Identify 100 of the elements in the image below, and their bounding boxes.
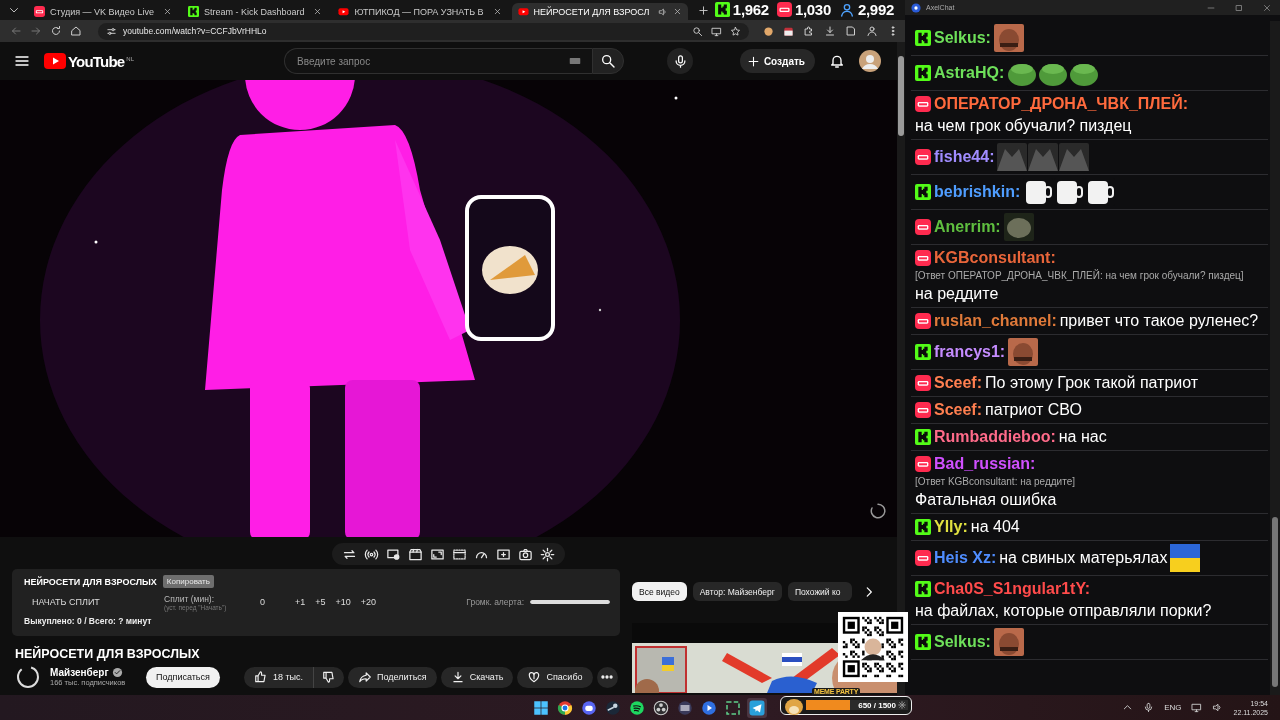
microphone-icon[interactable] (1143, 702, 1155, 713)
extensions-icon[interactable] (803, 25, 815, 37)
volume-slider[interactable] (530, 600, 610, 604)
site-settings-icon[interactable] (106, 25, 117, 37)
browser-tab[interactable]: ЮТПИКОД — ПОРА УЗНАТЬ В (332, 3, 508, 20)
chat-author[interactable]: ОПЕРАТОР_ДРОНА_ЧВК_ПЛЕЙ: (934, 93, 1189, 115)
picture-in-picture-icon[interactable] (430, 546, 445, 562)
chat-reply: [Ответ KGBconsultant: на реддите] (915, 475, 1076, 489)
close-icon[interactable] (492, 7, 502, 16)
chat-author[interactable]: Rumbaddieboo: (934, 426, 1056, 448)
panel-title: НЕЙРОСЕТИ ДЛЯ ВЗРОСЛЫХ (24, 576, 157, 587)
home-icon[interactable] (70, 25, 82, 37)
network-icon[interactable] (1191, 702, 1203, 713)
notifications-icon[interactable] (829, 53, 845, 69)
chat-author[interactable]: Ylly: (934, 516, 968, 538)
close-icon[interactable] (1262, 2, 1272, 13)
live-badge-icon (915, 149, 931, 165)
avatar[interactable] (859, 50, 881, 72)
camera-icon[interactable] (518, 546, 533, 562)
scrollbar[interactable] (1270, 21, 1280, 695)
search-field[interactable]: Введите запрос (284, 48, 592, 74)
cast-icon[interactable] (711, 25, 722, 37)
extension-icon[interactable] (763, 25, 774, 37)
calendar-icon[interactable] (783, 25, 794, 37)
kick-logo-icon (915, 429, 931, 445)
window-icon[interactable] (452, 546, 467, 562)
chat-author[interactable]: bebrishkin: (934, 181, 1021, 203)
subscribe-button[interactable]: Подписаться (146, 666, 220, 688)
chat-reply: [Ответ ОПЕРАТОР_ДРОНА_ЧВК_ПЛЕЙ: на чем грок обучали? пиздец] (915, 269, 1245, 283)
browser-tab[interactable]: Студия — VK Видео Live (28, 3, 178, 20)
close-icon[interactable] (673, 7, 683, 16)
chat-author[interactable]: Selkus: (934, 631, 991, 653)
increment-button[interactable]: +20 (355, 597, 382, 607)
reload-icon[interactable] (50, 25, 62, 37)
increment-button[interactable]: +5 (310, 597, 331, 607)
show-hidden-icons-icon[interactable] (1122, 702, 1134, 713)
create-button[interactable]: Создать (739, 49, 815, 73)
star-icon[interactable] (730, 25, 741, 37)
voice-search-button[interactable] (667, 48, 693, 74)
chat-message: патриот СВО (985, 400, 1082, 420)
emote-icon (993, 628, 1024, 656)
channel-name[interactable]: Майзенберг (50, 667, 109, 678)
sidebar-icon[interactable] (845, 25, 857, 37)
clapper-icon[interactable] (408, 546, 423, 562)
chat-author[interactable]: Sceef: (934, 372, 983, 394)
emote-icon (1054, 178, 1085, 206)
download-icon[interactable] (824, 25, 836, 37)
increment-button[interactable]: +1 (290, 597, 311, 607)
settings-icon[interactable] (540, 546, 555, 562)
more-button[interactable] (596, 666, 618, 688)
chat-author[interactable]: KGBconsultant: (934, 247, 1056, 269)
profile-icon[interactable] (866, 25, 878, 37)
chat-author[interactable]: francys1: (934, 341, 1006, 363)
chat-author[interactable]: Selkus: (934, 27, 991, 49)
speaker-icon[interactable] (658, 6, 669, 17)
summary-text: Выкуплено: 0 / Всего: ? минут (24, 616, 153, 626)
search-button[interactable] (592, 48, 624, 74)
chat-author[interactable]: AstraHQ: (934, 62, 1005, 84)
start-split-button[interactable]: НАЧАТЬ СПЛИТ (24, 597, 164, 607)
share-button[interactable]: Поделиться (348, 666, 437, 688)
zoom-icon[interactable] (692, 25, 703, 37)
maximize-icon[interactable] (1234, 2, 1244, 13)
channel-avatar[interactable] (16, 665, 40, 689)
viewers-icon (838, 1, 855, 18)
plus-square-icon[interactable] (496, 546, 511, 562)
new-tab-icon[interactable] (698, 5, 710, 16)
browser-tab[interactable]: НЕЙРОСЕТИ ДЛЯ ВЗРОСЛ (511, 3, 689, 20)
chat-author[interactable]: Heis Xz: (934, 547, 997, 569)
chat-author[interactable]: Cha0S_S1ngular1tY: (934, 578, 1091, 600)
download-button[interactable]: Скачать (440, 666, 514, 688)
kick-logo-icon (915, 344, 931, 360)
viewer-count: 2,992 (857, 1, 894, 18)
share-icon (358, 670, 373, 684)
filter-chip[interactable]: Автор: Майзенберг (692, 582, 782, 601)
chat-author[interactable]: Bad_russian: (934, 453, 1036, 475)
filter-chip[interactable]: Все видео (632, 582, 687, 601)
logo-text[interactable]: YouTube (68, 52, 125, 70)
chat-author[interactable]: ruslan_channel: (934, 310, 1057, 332)
menu-icon[interactable] (14, 53, 30, 69)
filter-chip[interactable]: Похожий ко (787, 582, 852, 601)
progress-text: 650 / 1500 (858, 700, 896, 710)
close-icon[interactable] (313, 7, 323, 16)
increment-button[interactable]: +10 (330, 597, 356, 607)
volume-icon[interactable] (1212, 702, 1224, 713)
video-title: НЕЙРОСЕТИ ДЛЯ ВЗРОСЛЫХ (15, 647, 201, 661)
chat-message: на нас (1058, 427, 1107, 447)
kick-logo-icon (915, 65, 931, 81)
youtube-logo-icon[interactable] (44, 53, 66, 69)
close-icon[interactable] (162, 7, 172, 16)
live-badge-icon (915, 375, 931, 391)
chat-author[interactable]: Anerrim: (934, 216, 1001, 238)
taskbar-button[interactable] (747, 697, 767, 718)
language-indicator[interactable]: ENG (1164, 703, 1182, 712)
chat-author[interactable]: Sceef: (934, 399, 983, 421)
screen-eye-icon[interactable] (386, 546, 401, 562)
browser-tab[interactable]: Stream - Kick Dashboard (181, 3, 329, 20)
thanks-button[interactable]: Спасибо (517, 666, 593, 688)
kick-logo-icon (915, 30, 931, 46)
chat-author[interactable]: fishe44: (934, 146, 995, 168)
address-field[interactable]: youtube.com/watch?v=CCFJbVrHHLo (98, 22, 749, 40)
